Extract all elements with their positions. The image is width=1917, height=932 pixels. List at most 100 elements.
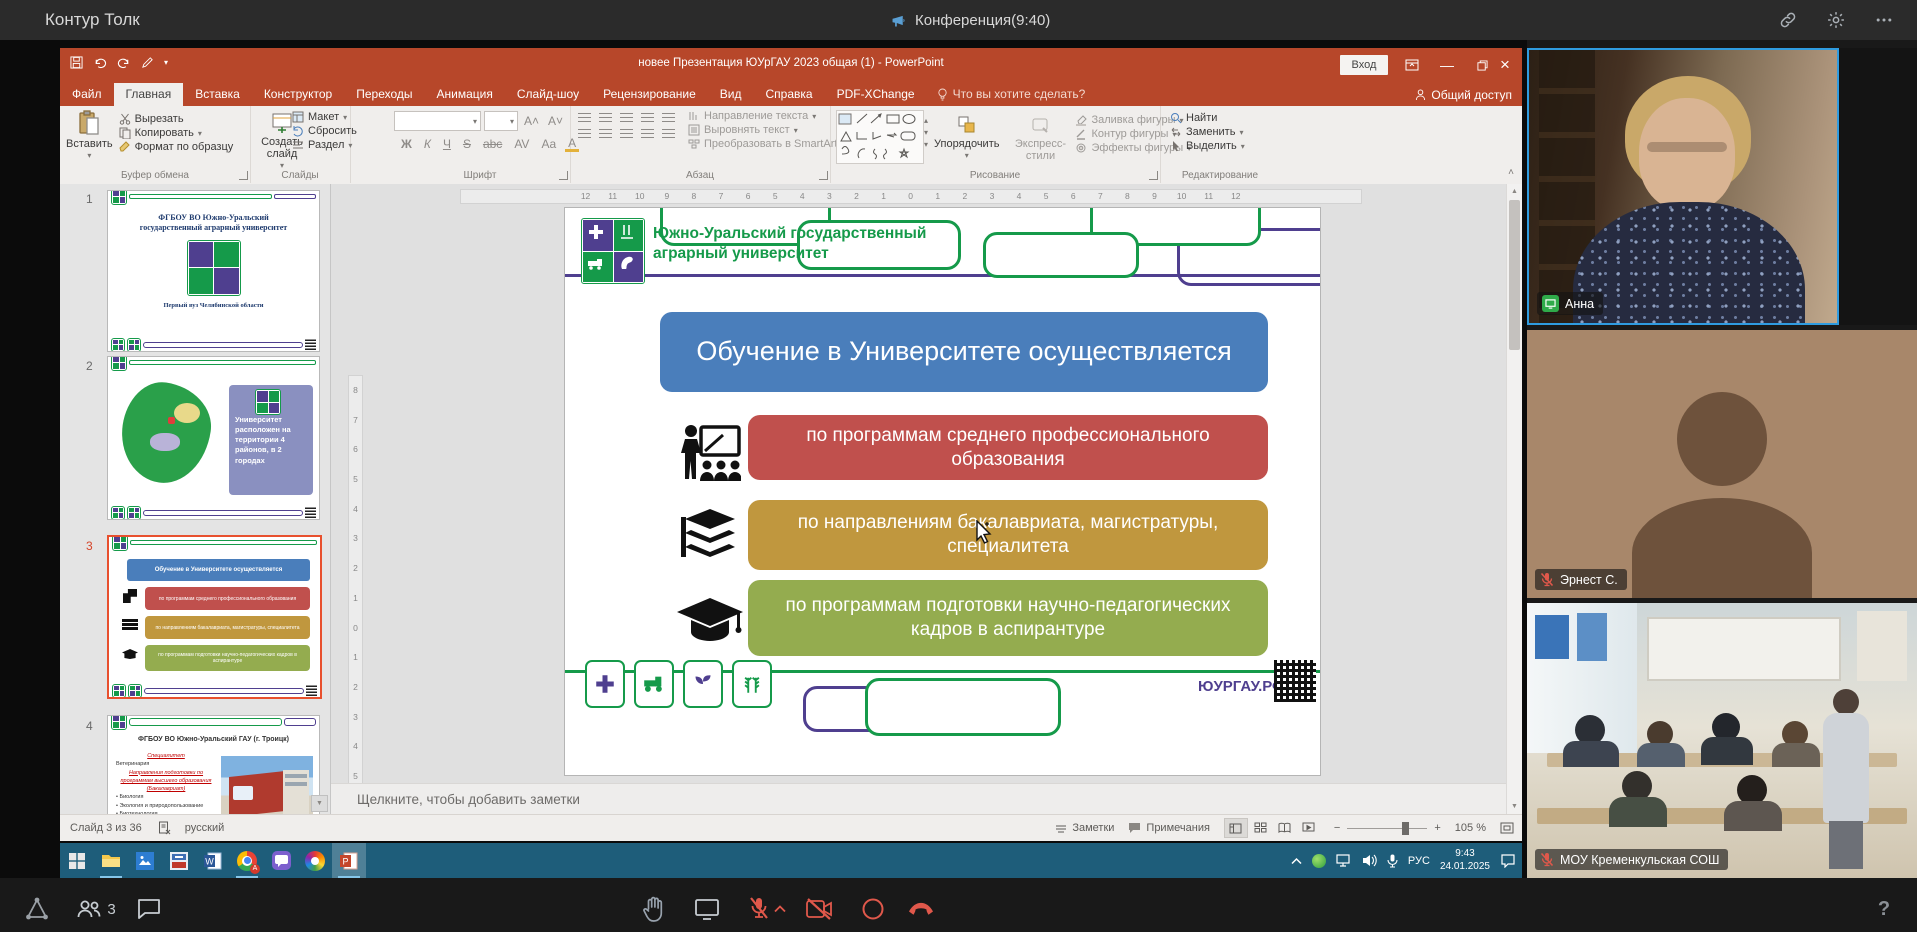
section-button[interactable]: Раздел▾ bbox=[292, 139, 357, 151]
hangup-button[interactable] bbox=[906, 894, 936, 924]
tray-chevron-icon[interactable] bbox=[1291, 857, 1302, 865]
justify-icon[interactable] bbox=[641, 129, 654, 138]
smartart-button[interactable]: Преобразовать в SmartArt▾ bbox=[688, 138, 845, 150]
language-switch[interactable]: РУС bbox=[1408, 855, 1430, 867]
slide-thumbnail-4[interactable]: ФГБОУ ВО Южно-Уральский ГАУ (г. Троицк) … bbox=[107, 715, 320, 814]
font-dialog-launcher[interactable] bbox=[559, 171, 568, 180]
more-options-icon[interactable] bbox=[1873, 9, 1895, 31]
thumbnails-scroll-down-icon[interactable]: ▼ bbox=[311, 795, 328, 812]
participant-tile-school[interactable]: МОУ Кременкульская СОШ bbox=[1527, 603, 1917, 878]
close-button[interactable]: × bbox=[1488, 48, 1522, 82]
tab-transitions[interactable]: Переходы bbox=[344, 83, 424, 106]
text-shadow-button[interactable]: abc bbox=[480, 136, 505, 152]
underline-button[interactable]: Ч bbox=[440, 136, 454, 152]
vertical-ruler[interactable]: 87654321012345678 bbox=[348, 375, 363, 814]
format-painter-button[interactable]: Формат по образцу bbox=[119, 141, 234, 153]
arrange-button[interactable]: Упорядочить▾ bbox=[928, 110, 1005, 165]
network-icon[interactable] bbox=[1336, 854, 1352, 867]
paragraph-dialog-launcher[interactable] bbox=[819, 171, 828, 180]
align-center-icon[interactable] bbox=[599, 129, 612, 138]
columns-icon[interactable] bbox=[662, 129, 675, 138]
align-left-icon[interactable] bbox=[578, 129, 591, 138]
chat-button[interactable] bbox=[134, 894, 164, 924]
find-button[interactable]: Найти bbox=[1170, 112, 1280, 124]
clock[interactable]: 9:43 24.01.2025 bbox=[1440, 848, 1490, 873]
slide-sorter-view-button[interactable] bbox=[1250, 818, 1272, 836]
photos-icon[interactable] bbox=[128, 843, 162, 878]
collapse-ribbon-icon[interactable]: ˄ bbox=[1508, 167, 1514, 178]
record-button[interactable] bbox=[858, 894, 888, 924]
tab-file[interactable]: Файл bbox=[60, 83, 114, 106]
spellcheck-icon[interactable] bbox=[158, 821, 171, 835]
text-direction-button[interactable]: Направление текста▾ bbox=[688, 110, 845, 122]
tab-insert[interactable]: Вставка bbox=[183, 83, 252, 106]
explorer-icon[interactable] bbox=[94, 843, 128, 878]
slide-thumbnail-1[interactable]: ФГБОУ ВО Южно-Уральский государственный … bbox=[107, 190, 320, 352]
bold-button[interactable]: Ж bbox=[398, 136, 415, 152]
strikethrough-button[interactable]: S bbox=[460, 136, 474, 152]
zoom-level[interactable]: 105 % bbox=[1455, 822, 1486, 834]
scrollbar-thumb[interactable] bbox=[1509, 200, 1520, 350]
tab-review[interactable]: Рецензирование bbox=[591, 83, 708, 106]
vertical-scrollbar[interactable]: ▲ ▼ bbox=[1506, 184, 1522, 814]
powerpoint-icon[interactable]: P bbox=[332, 843, 366, 878]
drawing-dialog-launcher[interactable] bbox=[1149, 171, 1158, 180]
tab-animations[interactable]: Анимация bbox=[425, 83, 505, 106]
slide-canvas[interactable]: Южно-Уральский государственный аграрный … bbox=[565, 208, 1320, 775]
indent-decrease-icon[interactable] bbox=[620, 113, 633, 122]
notes-placeholder[interactable]: Щелкните, чтобы добавить заметки bbox=[331, 783, 1522, 814]
tab-design[interactable]: Конструктор bbox=[252, 83, 344, 106]
browser-icon[interactable] bbox=[298, 843, 332, 878]
font-size-select[interactable]: ▾ bbox=[484, 111, 518, 131]
cut-button[interactable]: Вырезать bbox=[119, 113, 234, 125]
align-right-icon[interactable] bbox=[620, 129, 633, 138]
ribbon-display-options-icon[interactable] bbox=[1395, 48, 1429, 82]
tell-me-box[interactable]: Что вы хотите сделать? bbox=[927, 83, 1096, 106]
slide-thumbnail-3-selected[interactable]: Обучение в Университете осуществляется п… bbox=[107, 535, 322, 699]
antivirus-icon[interactable] bbox=[1312, 854, 1326, 868]
clipboard-dialog-launcher[interactable] bbox=[239, 171, 248, 180]
minimize-button[interactable]: — bbox=[1430, 48, 1464, 82]
tab-view[interactable]: Вид bbox=[708, 83, 754, 106]
sign-in-button[interactable]: Вход bbox=[1340, 55, 1388, 75]
fit-to-window-icon[interactable] bbox=[1500, 822, 1514, 834]
mail-app-icon[interactable] bbox=[162, 843, 196, 878]
numbering-icon[interactable] bbox=[599, 113, 612, 122]
shapes-gallery[interactable] bbox=[836, 110, 924, 164]
start-button[interactable] bbox=[60, 843, 94, 878]
layout-button[interactable]: Макет▾ bbox=[292, 111, 357, 123]
comments-toggle[interactable]: Примечания bbox=[1128, 822, 1210, 834]
replace-button[interactable]: Заменить▾ bbox=[1170, 126, 1280, 138]
scroll-down-icon[interactable]: ▼ bbox=[1507, 799, 1522, 814]
zoom-out-button[interactable]: − bbox=[1334, 822, 1340, 834]
viber-icon[interactable] bbox=[264, 843, 298, 878]
participant-tile-anna[interactable]: Анна bbox=[1527, 48, 1917, 325]
line-spacing-icon[interactable] bbox=[662, 113, 675, 122]
zoom-slider[interactable] bbox=[1347, 828, 1427, 829]
share-button[interactable]: Общий доступ bbox=[1415, 88, 1512, 102]
copy-link-icon[interactable] bbox=[1777, 9, 1799, 31]
microphone-tray-icon[interactable] bbox=[1387, 854, 1398, 868]
chrome-icon[interactable]: A bbox=[230, 843, 264, 878]
font-name-select[interactable]: ▾ bbox=[394, 111, 481, 131]
participants-button[interactable]: 3 bbox=[72, 894, 120, 924]
change-case-button[interactable]: Aa bbox=[538, 136, 559, 152]
notifications-icon[interactable] bbox=[1500, 854, 1516, 868]
shrink-font-button[interactable]: A˅ bbox=[545, 113, 566, 129]
normal-view-button[interactable] bbox=[1224, 818, 1248, 838]
slideshow-view-button[interactable] bbox=[1298, 818, 1320, 836]
zoom-in-button[interactable]: + bbox=[1434, 822, 1440, 834]
reading-view-button[interactable] bbox=[1274, 818, 1296, 836]
word-icon[interactable]: W bbox=[196, 843, 230, 878]
tab-pdf-xchange[interactable]: PDF-XChange bbox=[825, 83, 927, 106]
notes-toggle[interactable]: Заметки bbox=[1055, 822, 1114, 834]
slide-thumbnail-2[interactable]: Университет расположен на территории 4 р… bbox=[107, 356, 320, 520]
screen-share-button[interactable] bbox=[692, 894, 722, 924]
italic-button[interactable]: К bbox=[421, 136, 434, 152]
participant-tile-ernest[interactable]: Эрнест С. bbox=[1527, 330, 1917, 598]
bullets-icon[interactable] bbox=[578, 113, 591, 122]
paste-button[interactable]: Вставить▾ bbox=[60, 106, 119, 165]
indent-increase-icon[interactable] bbox=[641, 113, 654, 122]
tab-help[interactable]: Справка bbox=[753, 83, 824, 106]
horizontal-ruler[interactable]: 1211109876543210123456789101112 bbox=[460, 189, 1362, 204]
